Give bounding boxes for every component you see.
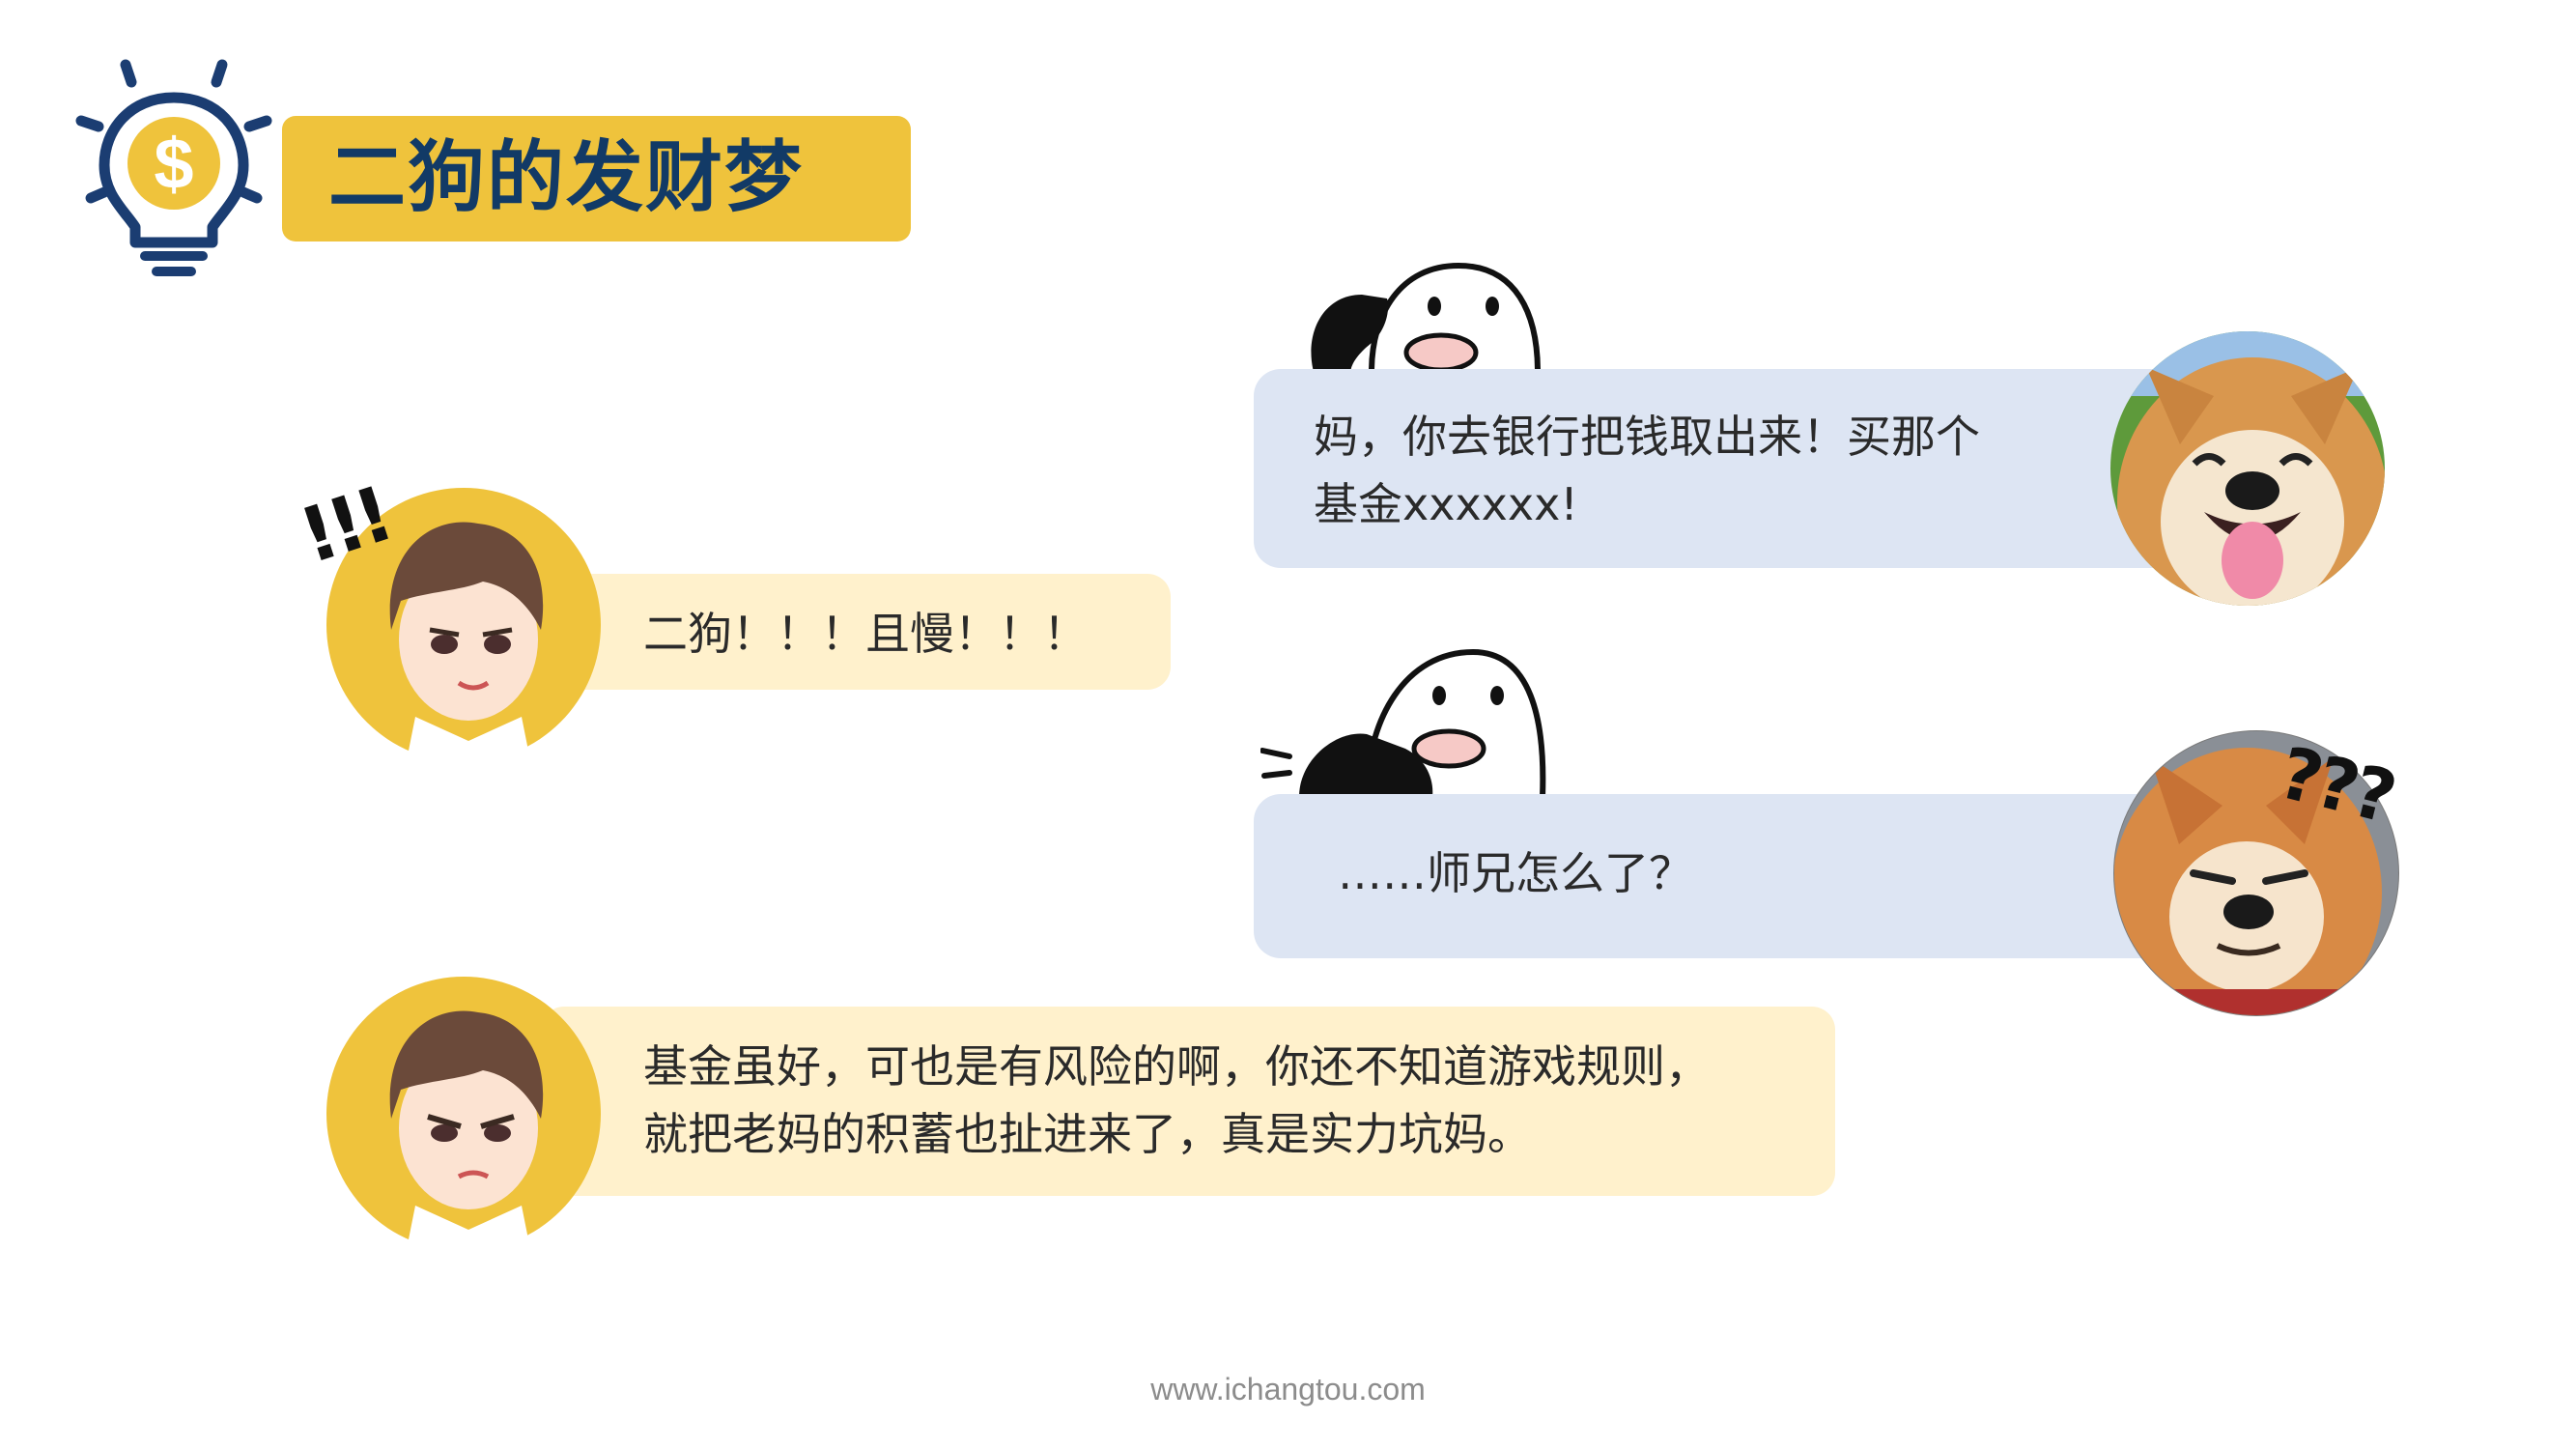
footer-url[interactable]: www.ichangtou.com [0,1372,2576,1407]
svg-text:$: $ [154,124,193,204]
page-title: 二狗的发财梦 [328,132,804,222]
message-text-4-line-2: 就把老妈的积蓄也扯进来了，真是实力坑妈。 [643,1108,1532,1160]
phone-sticker-icon [1294,256,1545,372]
message-text-3: ……师兄怎么了？ [1338,847,1693,899]
message-text-1-line-1: 妈，你去银行把钱取出来！买那个 [1314,411,1980,463]
avatar-happy-dog [2108,328,2388,609]
hiding-sticker-icon [1260,642,1550,797]
message-text-1-line-2: 基金xxxxxx! [1314,478,1578,530]
title-lightbulb-icon: $ [68,53,280,285]
avatar-boy-2 [324,974,604,1254]
message-text-2: 二狗！！！且慢！！！ [643,608,1088,660]
message-text-4-line-1: 基金虽好，可也是有风险的啊，你还不知道游戏规则， [643,1040,1710,1093]
